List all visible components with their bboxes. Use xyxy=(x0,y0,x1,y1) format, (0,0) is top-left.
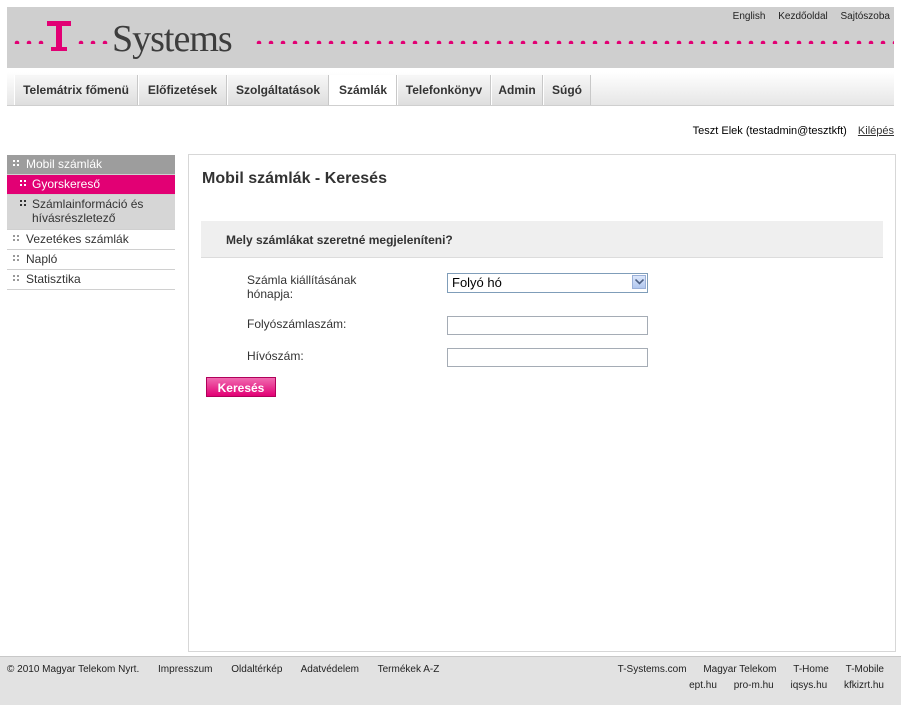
nav-item-admin[interactable]: Admin xyxy=(491,75,543,105)
footer-link-impresszum[interactable]: Impresszum xyxy=(158,664,212,675)
bullet-icon xyxy=(20,200,26,206)
footer-right-links-row2: ept.hu pro-m.hu iqsys.hu kfkizrt.hu xyxy=(675,680,884,691)
question-bar: Mely számlákat szeretné megjeleníteni? xyxy=(201,221,883,258)
sidebar-item-szamlainformacio[interactable]: Számlainformáció és hívásrészletező xyxy=(7,195,175,230)
bullet-icon xyxy=(13,235,19,241)
nav-item-szamlak[interactable]: Számlák xyxy=(329,75,397,105)
footer-right-links-row1: T-Systems.com Magyar Telekom T-Home T-Mo… xyxy=(604,664,884,675)
footer-link-prom[interactable]: pro-m.hu xyxy=(734,680,774,691)
sidebar-item-vezetekes-szamlak[interactable]: Vezetékes számlák xyxy=(7,230,175,250)
sidebar-item-label: Napló xyxy=(26,252,58,266)
sidebar-item-label: Mobil számlák xyxy=(26,157,103,171)
brand-name[interactable]: Systems xyxy=(112,19,233,59)
sidebar-item-gyorskereso[interactable]: Gyorskereső xyxy=(7,175,175,195)
sidebar: Mobil számlák Gyorskereső Számlainformác… xyxy=(7,155,175,290)
phone-label: Hívószám: xyxy=(247,349,304,363)
question-text: Mely számlákat szeretné megjeleníteni? xyxy=(226,233,453,247)
nav-item-szolgaltatasok[interactable]: Szolgáltatások xyxy=(227,75,329,105)
footer-link-tsystems[interactable]: T-Systems.com xyxy=(618,664,687,675)
logo-row: Systems xyxy=(7,19,894,61)
footer-link-kfkizrt[interactable]: kfkizrt.hu xyxy=(844,680,884,691)
footer-copyright: © 2010 Magyar Telekom Nyrt. xyxy=(7,664,140,675)
page-title: Mobil számlák - Keresés xyxy=(202,170,387,187)
footer-link-iqsys[interactable]: iqsys.hu xyxy=(791,680,828,691)
nav-item-telefonkonyv[interactable]: Telefonkönyv xyxy=(397,75,491,105)
logo-dots-right xyxy=(253,40,894,44)
sidebar-item-label: Statisztika xyxy=(26,272,81,286)
footer-left-links: © 2010 Magyar Telekom Nyrt. Impresszum O… xyxy=(7,664,455,675)
logo-dots-left xyxy=(11,40,45,44)
sidebar-item-naplo[interactable]: Napló xyxy=(7,250,175,270)
t-logo-icon[interactable] xyxy=(47,19,73,55)
sidebar-item-label: Gyorskereső xyxy=(32,177,101,191)
sidebar-item-label: Vezetékes számlák xyxy=(26,232,129,246)
nav-item-telematrix[interactable]: Telemátrix főmenü xyxy=(14,75,138,105)
chevron-down-icon[interactable] xyxy=(632,275,646,289)
footer-link-magyar-telekom[interactable]: Magyar Telekom xyxy=(703,664,776,675)
phone-number-input[interactable] xyxy=(447,348,648,367)
sidebar-item-label: Számlainformáció és hívásrészletező xyxy=(32,197,144,225)
footer-link-thome[interactable]: T-Home xyxy=(793,664,829,675)
sidebar-item-mobil-szamlak[interactable]: Mobil számlák xyxy=(7,155,175,175)
user-name: Teszt Elek (testadmin@tesztkft) xyxy=(692,125,847,137)
month-select-value: Folyó hó xyxy=(452,275,502,290)
footer-link-ept[interactable]: ept.hu xyxy=(689,680,717,691)
footer-link-termekek[interactable]: Termékek A-Z xyxy=(378,664,440,675)
search-button[interactable]: Keresés xyxy=(206,377,276,397)
bullet-icon xyxy=(13,160,19,166)
account-number-input[interactable] xyxy=(447,316,648,335)
bullet-icon xyxy=(13,255,19,261)
user-bar: Teszt Elek (testadmin@tesztkft) Kilépés xyxy=(693,125,894,137)
page: English Kezdőoldal Sajtószoba Systems Te… xyxy=(0,0,901,705)
logo-dots-middle xyxy=(75,40,109,44)
logout-link[interactable]: Kilépés xyxy=(858,125,894,137)
footer-link-adatvedelem[interactable]: Adatvédelem xyxy=(301,664,359,675)
nav-item-sugo[interactable]: Súgó xyxy=(543,75,591,105)
account-label: Folyószámlaszám: xyxy=(247,317,347,331)
bullet-icon xyxy=(13,275,19,281)
main-nav: Telemátrix főmenü Előfizetések Szolgálta… xyxy=(7,72,894,106)
site-footer: © 2010 Magyar Telekom Nyrt. Impresszum O… xyxy=(0,656,901,705)
month-label: Számla kiállításának hónapja: xyxy=(247,273,357,301)
sidebar-item-statisztika[interactable]: Statisztika xyxy=(7,270,175,290)
nav-item-elofizetesek[interactable]: Előfizetések xyxy=(138,75,227,105)
site-header: English Kezdőoldal Sajtószoba Systems xyxy=(7,7,894,68)
main-panel: Mobil számlák - Keresés Mely számlákat s… xyxy=(188,154,896,652)
footer-link-tmobile[interactable]: T-Mobile xyxy=(846,664,884,675)
bullet-icon xyxy=(20,180,26,186)
footer-link-oldalterkep[interactable]: Oldaltérkép xyxy=(231,664,282,675)
month-select[interactable]: Folyó hó xyxy=(447,273,648,293)
